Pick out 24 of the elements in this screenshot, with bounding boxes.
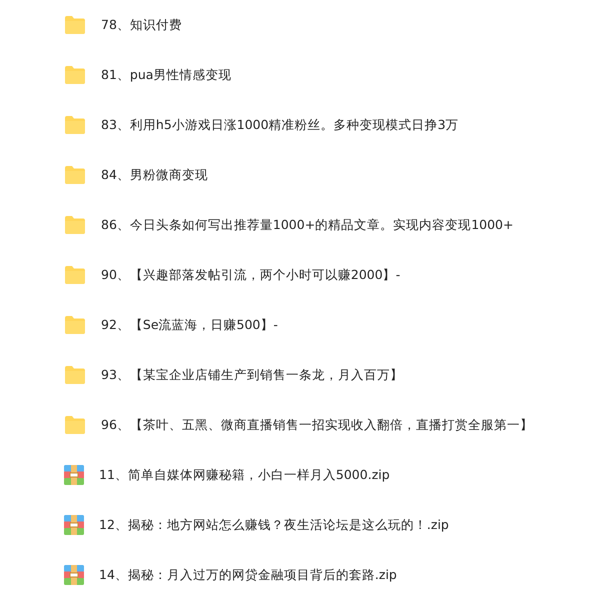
archive-icon [64, 465, 84, 485]
archive-icon [64, 565, 84, 585]
file-name[interactable]: 93、【某宝企业店铺生产到销售一条龙，月入百万】 [101, 366, 403, 384]
file-name[interactable]: 92、【Se流蓝海，日赚500】- [101, 316, 278, 334]
archive-icon [64, 515, 84, 535]
folder-icon [64, 165, 86, 185]
file-name[interactable]: 96、【茶叶、五黑、微商直播销售一招实现收入翻倍，直播打赏全服第一】 [101, 416, 533, 434]
folder-icon [64, 15, 86, 35]
file-name[interactable]: 90、【兴趣部落发帖引流，两个小时可以赚2000】- [101, 266, 400, 284]
file-name[interactable]: 84、男粉微商变现 [101, 166, 208, 184]
file-name[interactable]: 11、简单自媒体网赚秘籍，小白一样月入5000.zip [99, 466, 390, 484]
file-name[interactable]: 12、揭秘：地方网站怎么赚钱？夜生活论坛是这么玩的！.zip [99, 516, 449, 534]
folder-icon [64, 415, 86, 435]
file-name[interactable]: 86、今日头条如何写出推荐量1000+的精品文章。实现内容变现1000+ [101, 216, 514, 234]
folder-icon [64, 115, 86, 135]
folder-icon [64, 265, 86, 285]
file-name[interactable]: 14、揭秘：月入过万的网贷金融项目背后的套路.zip [99, 566, 397, 584]
file-name[interactable]: 83、利用h5小游戏日涨1000精准粉丝。多种变现模式日挣3万 [101, 116, 459, 134]
file-name[interactable]: 78、知识付费 [101, 16, 182, 34]
folder-icon [64, 365, 86, 385]
folder-icon [64, 315, 86, 335]
file-name[interactable]: 81、pua男性情感变现 [101, 66, 232, 84]
folder-icon [64, 215, 86, 235]
folder-icon [64, 65, 86, 85]
